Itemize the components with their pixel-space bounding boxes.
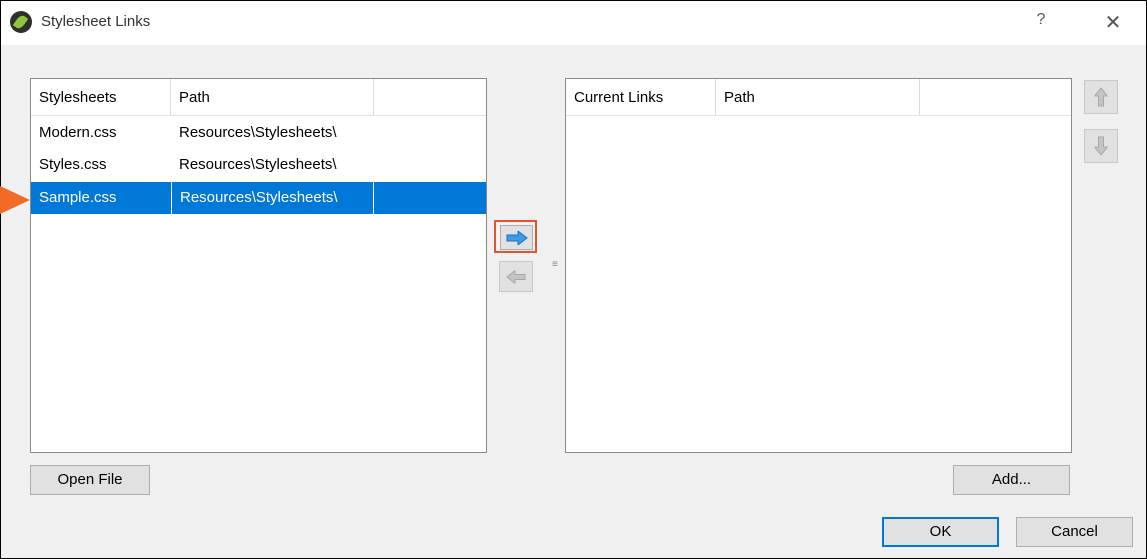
ok-button[interactable]: OK: [882, 517, 999, 547]
open-file-button[interactable]: Open File: [30, 465, 150, 495]
column-header-stylesheets[interactable]: Stylesheets: [31, 79, 171, 115]
stylesheet-path: Resources\Stylesheets\: [179, 124, 337, 141]
current-links-list-header: Current Links Path: [566, 79, 1071, 116]
table-row-selected[interactable]: Sample.css Resources\Stylesheets\: [31, 182, 486, 214]
stylesheet-name: Modern.css: [39, 124, 117, 141]
move-up-button[interactable]: [1084, 80, 1118, 114]
current-links-list[interactable]: Current Links Path: [565, 78, 1072, 453]
cancel-button[interactable]: Cancel: [1016, 517, 1133, 547]
column-header-path[interactable]: Path: [171, 79, 374, 115]
stylesheet-name: Sample.css: [39, 189, 117, 206]
app-logo-icon: [10, 11, 32, 33]
stylesheets-list[interactable]: Stylesheets Path Modern.css Resources\St…: [30, 78, 487, 453]
title-bar: Stylesheet Links ? ✕: [1, 1, 1146, 45]
column-header-current-links[interactable]: Current Links: [566, 79, 716, 115]
remove-link-button[interactable]: [499, 261, 533, 292]
add-link-button[interactable]: [494, 220, 537, 253]
stylesheets-list-header: Stylesheets Path: [31, 79, 486, 116]
table-row[interactable]: Modern.css Resources\Stylesheets\: [31, 117, 486, 149]
arrow-up-icon: [1094, 87, 1108, 107]
stylesheet-path: Resources\Stylesheets\: [179, 156, 337, 173]
arrow-left-icon: [506, 270, 526, 283]
column-header-path[interactable]: Path: [716, 79, 920, 115]
stylesheet-path: Resources\Stylesheets\: [171, 182, 374, 214]
splitter-handle-icon[interactable]: ≡: [552, 259, 558, 270]
help-button[interactable]: ?: [1031, 11, 1051, 33]
window-title: Stylesheet Links: [41, 13, 151, 30]
arrow-right-icon: [506, 230, 528, 245]
stylesheet-name: Styles.css: [39, 156, 107, 173]
table-row[interactable]: Styles.css Resources\Stylesheets\: [31, 149, 486, 181]
arrow-down-icon: [1094, 136, 1108, 156]
close-button[interactable]: ✕: [1100, 10, 1126, 34]
callout-arrow-icon: [0, 186, 30, 214]
move-down-button[interactable]: [1084, 129, 1118, 163]
add-button[interactable]: Add...: [953, 465, 1070, 495]
stylesheet-links-dialog: Stylesheet Links ? ✕ Stylesheets Path Mo…: [0, 0, 1147, 559]
